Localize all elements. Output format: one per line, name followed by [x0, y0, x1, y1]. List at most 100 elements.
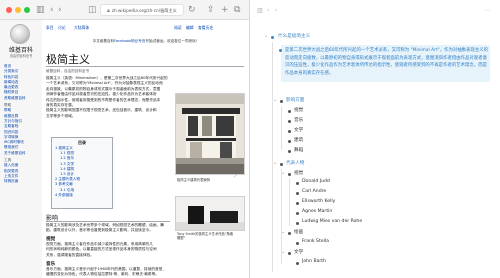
section-divider	[46, 221, 170, 222]
wiki-article: 条目 讨论 大陆简体 阅读 编辑 查看历史 中文维基百科Facebook粉丝专页…	[44, 20, 248, 278]
sculpture-illustration	[176, 197, 244, 230]
influence-node[interactable]: 影响方面	[286, 97, 304, 103]
node-bullet[interactable]	[296, 202, 299, 205]
forward-arrow-icon[interactable]: ›	[275, 7, 277, 14]
section-paragraph: 音乐方面，极简主义音乐兴起于1960年代的美国，以重复、持续的音型、 缓慢的变化…	[46, 267, 246, 278]
node-bullet[interactable]	[288, 232, 291, 235]
node-bullet[interactable]	[296, 222, 299, 225]
enlarge-icon[interactable]: ⤢	[234, 174, 237, 178]
root-node[interactable]: 什么是极简主义	[278, 33, 310, 39]
section-paragraph: 视觉方面，极简主义者在作品中减少装饰性的元素，采用简单的几 何形状和纯粹的颜色，…	[46, 242, 172, 258]
person-item[interactable]: Frank Stella	[302, 239, 329, 244]
sidebar-toggle-icon[interactable]: ▥	[36, 4, 45, 16]
paragraph-line: 缓慢的变化为特色，代表人物包括拉蒙特·杨、莱利、史蒂夫·赖希等。	[46, 272, 159, 277]
people-group[interactable]: 视觉	[294, 170, 303, 176]
node-bullet[interactable]	[296, 192, 299, 195]
forward-arrow-icon[interactable]: ›	[58, 4, 62, 16]
sculpture-photo[interactable]	[175, 196, 245, 231]
people-group[interactable]: 绘画	[294, 229, 303, 235]
node-note-text[interactable]: 是第二次世界大战之后60年代所兴起的一个艺术派系，又可称为 "Minimal A…	[285, 47, 489, 78]
node-bullet[interactable]	[288, 130, 291, 133]
node-bullet[interactable]	[280, 163, 283, 166]
close-window-button[interactable]	[6, 7, 12, 13]
wikipedia-globe-icon[interactable]	[10, 24, 30, 44]
shield-icon[interactable]: ◫	[88, 4, 97, 16]
node-bullet[interactable]	[296, 182, 299, 185]
new-tab-icon[interactable]: +	[221, 4, 229, 16]
collapse-chevron-icon[interactable]: ⌄	[273, 97, 277, 103]
browser-window: ▥ ‹ › ◫ 🔒︎ zh.wikipedia.org/zh-cn/极简主义 ↻ …	[0, 0, 250, 278]
tab-history[interactable]: 查看历史	[198, 25, 213, 31]
people-group[interactable]: 文学	[294, 249, 303, 255]
intro-line: 消弭作者借由作品对观者意识的压迫性，极少化作品作为艺术客体所	[46, 92, 157, 97]
node-bullet[interactable]	[279, 49, 282, 52]
wiki-nav-list: 首页 分类索引 特色内容 新闻动态 最近更改 随机条目 资助维基百科 帮助 帮助…	[4, 64, 41, 185]
page-title: 极简主义	[46, 53, 90, 66]
collapse-chevron-icon[interactable]: ⌄	[273, 160, 277, 166]
table-of-contents: 目录 1 极简主义 1.1 视觉 1.2 音乐 1.3 文学 1.4 建筑 1.…	[51, 137, 113, 209]
paragraph-line: 蹈、建筑设计以外，音乐等也曾受到极简主义影响，并延续至今。	[46, 228, 153, 233]
tab-variant[interactable]: 大陆简体	[74, 25, 89, 31]
sidebar-link[interactable]: 特殊页面	[4, 179, 41, 184]
intro-paragraph: 极简主义（英语：Minimalism），是第二次世界大战之后60年代所兴起的 一…	[46, 76, 172, 119]
node-bullet[interactable]	[296, 212, 299, 215]
address-bar[interactable]: 🔒︎ zh.wikipedia.org/zh-cn/极简主义	[100, 4, 184, 16]
caption-line: Tony Smith的极简主义艺术作品"角墙	[177, 232, 233, 236]
node-bullet[interactable]	[288, 140, 291, 143]
more-icon[interactable]: ⋯	[484, 7, 490, 14]
lock-icon: 🔒︎	[107, 8, 110, 14]
influence-item[interactable]: 文学	[294, 127, 303, 133]
reload-icon[interactable]: ↻	[188, 4, 196, 16]
collapse-chevron-icon[interactable]: ⌄	[281, 249, 285, 255]
people-node[interactable]: 代表人物	[286, 160, 304, 166]
toc-item[interactable]: 4 外部链接	[55, 193, 109, 198]
person-item[interactable]: Donald Judd	[302, 179, 330, 184]
node-bullet[interactable]	[280, 100, 283, 103]
caption-line: 雕塑"	[177, 236, 186, 241]
node-bullet[interactable]	[271, 36, 274, 39]
sidebar-link[interactable]: 关于维基百科	[4, 151, 41, 156]
collapse-chevron-icon[interactable]: ⌄	[264, 33, 268, 39]
article-tabs: 条目 讨论 大陆简体 阅读 编辑 查看历史	[44, 25, 248, 34]
person-item[interactable]: Carl Andre	[302, 189, 326, 194]
tab-read[interactable]: 阅读	[174, 25, 182, 31]
tab-overview-icon[interactable]: ⧉	[234, 4, 240, 16]
collapse-chevron-icon[interactable]: ⌄	[281, 170, 285, 176]
node-bullet[interactable]	[296, 262, 299, 265]
node-bullet[interactable]	[288, 110, 291, 113]
person-item[interactable]: Agnes Martin	[302, 209, 332, 214]
tab-article[interactable]: 条目	[46, 25, 54, 31]
node-bullet[interactable]	[296, 242, 299, 245]
collapse-chevron-icon[interactable]: ⌄	[281, 229, 285, 235]
image-caption: Tony Smith的极简主义艺术作品"角墙 雕塑"	[177, 232, 233, 240]
building-photo[interactable]	[175, 93, 245, 175]
window-controls	[6, 7, 30, 13]
sidebar-toggle-icon[interactable]: ▥	[257, 7, 263, 14]
person-item[interactable]: Ludwig Mies van der Rohe	[302, 219, 362, 224]
indent-guide	[272, 42, 273, 272]
person-item[interactable]: Ellsworth Kelly	[302, 199, 335, 204]
back-arrow-icon[interactable]: ‹	[50, 4, 54, 16]
tab-edit[interactable]: 编辑	[186, 25, 194, 31]
notice-link[interactable]: Facebook粉丝专页	[114, 39, 145, 43]
indent-guide	[289, 178, 290, 226]
sidebar-link[interactable]: 资助维基百科	[4, 96, 41, 101]
back-arrow-icon[interactable]: ‹	[267, 7, 269, 14]
influence-item[interactable]: 视觉	[294, 107, 303, 113]
node-bullet[interactable]	[288, 173, 291, 176]
influence-item[interactable]: 建筑	[294, 137, 303, 143]
node-bullet[interactable]	[288, 252, 291, 255]
node-bullet[interactable]	[288, 150, 291, 153]
zoom-window-button[interactable]	[24, 7, 30, 13]
influence-item[interactable]: 音乐	[294, 117, 303, 123]
person-item[interactable]: John Barth	[302, 259, 326, 264]
building-illustration	[176, 94, 244, 174]
node-bullet[interactable]	[288, 120, 291, 123]
share-icon[interactable]: ⇪	[207, 4, 215, 16]
browser-toolbar: ▥ ‹ › ◫ 🔒︎ zh.wikipedia.org/zh-cn/极简主义 ↻ …	[0, 0, 249, 20]
influence-item[interactable]: 舞蹈	[294, 147, 303, 153]
wiki-logo-subtitle: 自由的百科全书	[9, 54, 33, 58]
tab-talk[interactable]: 讨论	[58, 25, 66, 31]
minimize-window-button[interactable]	[15, 7, 21, 13]
outline-window: ▥ ‹ › ⋯ ⌄ 什么是极简主义 是第二次世界大战之后60年代所兴起的一个艺术…	[251, 0, 500, 278]
